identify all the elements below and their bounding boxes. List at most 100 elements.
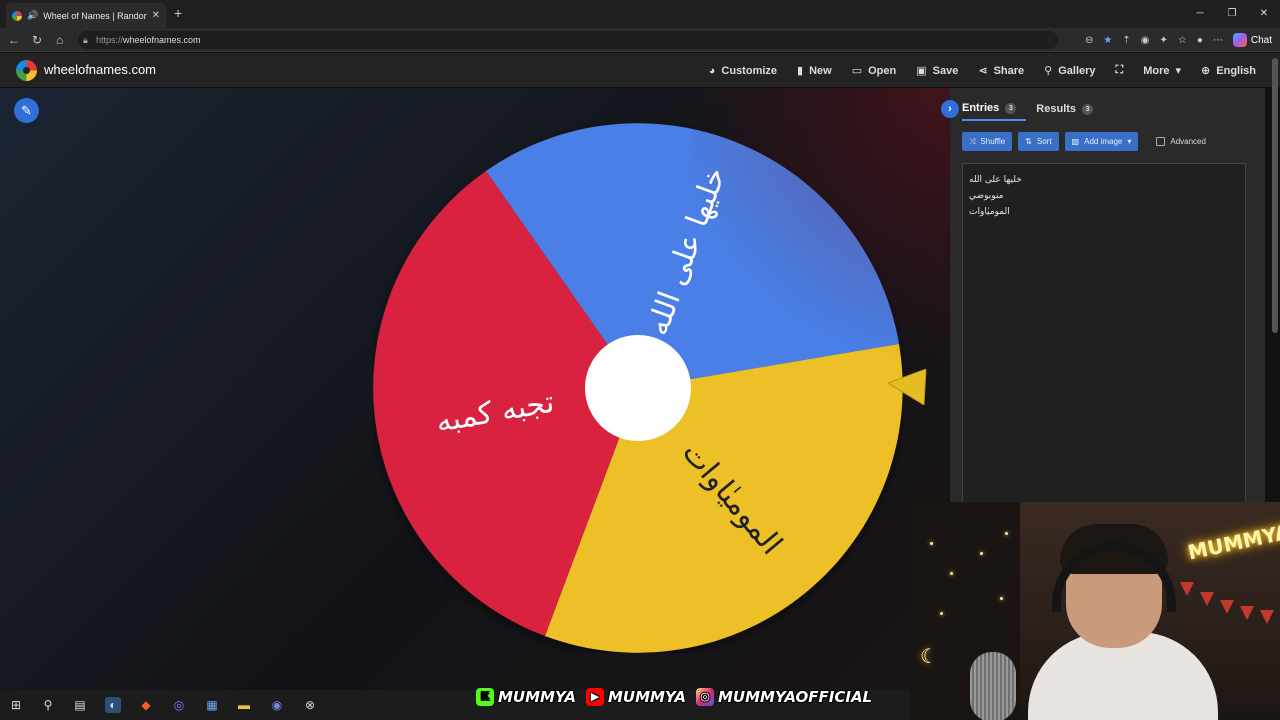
- browser-tab[interactable]: 🔊 Wheel of Names | Random na ✕: [6, 3, 166, 28]
- sort-label: Sort: [1036, 137, 1052, 146]
- share-label: Share: [993, 64, 1025, 77]
- tab-entries-label: Entries: [962, 102, 1000, 114]
- favorite-star-icon[interactable]: ★: [1103, 35, 1112, 46]
- kick-handle: K MUMMYA: [476, 688, 576, 706]
- back-icon[interactable]: ←: [8, 28, 20, 52]
- app-icon[interactable]: ▦: [204, 697, 220, 713]
- sort-icon: ⇅: [1025, 137, 1032, 146]
- copilot-icon: [1232, 33, 1247, 47]
- kick-icon: K: [476, 688, 494, 706]
- more-button[interactable]: More ▾: [1143, 64, 1182, 78]
- sort-button[interactable]: ⇅ Sort: [1018, 132, 1059, 151]
- wheel-logo-icon[interactable]: [16, 60, 37, 81]
- favicon-icon: [12, 10, 22, 21]
- wheel-pointer-icon: [888, 369, 927, 405]
- advanced-toggle[interactable]: Advanced: [1156, 137, 1206, 146]
- minimize-button[interactable]: ─: [1184, 0, 1216, 28]
- copilot-chat-button[interactable]: Chat: [1232, 33, 1272, 47]
- shuffle-label: Shuffle: [980, 137, 1006, 146]
- string-light: [950, 572, 953, 575]
- close-window-button[interactable]: ✕: [1248, 0, 1280, 28]
- entries-count-badge: 3: [1005, 102, 1017, 114]
- address-toolbar: ← ↻ ⌂ 🔒︎ https://wheelofnames.com ⊖ ★ ⇡ …: [0, 28, 1280, 52]
- new-button[interactable]: ▮ New: [797, 64, 832, 78]
- instagram-icon: ◎: [696, 688, 714, 706]
- wheel-area: ✎ خليها على الله الموميٰاوات تجبه كمبه: [0, 88, 950, 690]
- tab-entries[interactable]: Entries 3: [962, 102, 1027, 121]
- fullscreen-button[interactable]: ⛶: [1116, 64, 1124, 77]
- share-icon: ⋖: [978, 65, 988, 77]
- entries-toolbar: ⤨ Shuffle ⇅ Sort ▧ Add image ▾ Advanced: [962, 132, 1206, 151]
- close-tab-icon[interactable]: ✕: [152, 10, 160, 21]
- bunting-flag: [1260, 610, 1274, 624]
- favorites-icon[interactable]: ☆: [1178, 35, 1187, 46]
- webcam-overlay: MUMMYA ☾: [910, 502, 1280, 720]
- gallery-button[interactable]: ⚲ Gallery: [1044, 64, 1095, 78]
- read-aloud-icon[interactable]: ◉: [1141, 35, 1150, 46]
- search-icon[interactable]: ⚲: [40, 697, 56, 713]
- language-label: English: [1216, 64, 1256, 77]
- edit-pencil-button[interactable]: ✎: [14, 98, 39, 123]
- language-button[interactable]: ⊕ English: [1201, 64, 1256, 78]
- shuffle-button[interactable]: ⤨ Shuffle: [962, 132, 1013, 151]
- entries-textarea[interactable]: خليها على الله منوبوضي الموميٰاوات: [962, 163, 1246, 502]
- file-explorer-icon[interactable]: ▬: [236, 697, 252, 713]
- bunting-flag: [1240, 606, 1254, 620]
- reader-icon[interactable]: ⊖: [1085, 35, 1093, 46]
- spinning-wheel[interactable]: خليها على الله الموميٰاوات تجبه كمبه: [373, 123, 903, 653]
- string-light: [1000, 597, 1003, 600]
- file-icon: ▮: [797, 65, 804, 77]
- string-light: [930, 542, 933, 545]
- new-tab-button[interactable]: +: [174, 5, 182, 21]
- results-count-badge: 3: [1082, 103, 1094, 115]
- reload-icon[interactable]: ↻: [32, 28, 42, 52]
- extension-pin-icon[interactable]: ⇡: [1122, 35, 1130, 46]
- task-view-icon[interactable]: ▤: [72, 697, 88, 713]
- chat-label: Chat: [1250, 34, 1272, 46]
- instagram-handle-label: MUMMYAOFFICIAL: [718, 688, 873, 706]
- entries-panel: › Entries 3 Results 3 ⤨ Shuffle ⇅ Sort ▧ Ad…: [941, 88, 1265, 502]
- game-app-icon[interactable]: ⊗: [302, 697, 318, 713]
- save-button[interactable]: ▣ Save: [916, 64, 958, 78]
- advanced-checkbox[interactable]: [1156, 137, 1166, 146]
- home-icon[interactable]: ⌂: [56, 28, 63, 52]
- url-bar[interactable]: 🔒︎ https://wheelofnames.com: [78, 31, 1058, 49]
- search-icon: ⚲: [1044, 65, 1053, 77]
- open-button[interactable]: ▭ Open: [851, 64, 897, 78]
- add-image-button[interactable]: ▧ Add image ▾: [1064, 132, 1139, 151]
- collapse-panel-button[interactable]: ›: [941, 100, 959, 118]
- neon-sign: MUMMYA: [1185, 519, 1280, 565]
- social-handles-overlay: K MUMMYA ▶ MUMMYA ◎ MUMMYAOFFICIAL: [476, 688, 872, 706]
- window-controls: ─ ❐ ✕: [1184, 0, 1280, 28]
- start-icon[interactable]: ⊞: [8, 697, 24, 713]
- youtube-handle-label: MUMMYA: [608, 688, 686, 706]
- brave-browser-icon[interactable]: ◆: [138, 697, 154, 713]
- palette-icon: ◕: [708, 64, 716, 77]
- kick-handle-label: MUMMYA: [498, 688, 576, 706]
- brand-name[interactable]: wheelofnames.com: [44, 62, 156, 77]
- bunting-flag: [1220, 600, 1234, 614]
- obs-icon[interactable]: ◎: [171, 697, 187, 713]
- folder-icon: ▭: [851, 65, 863, 77]
- crescent-moon-icon: ☾: [920, 646, 938, 668]
- chevron-down-icon: ▾: [1175, 65, 1182, 77]
- extensions-icon[interactable]: ✦: [1159, 35, 1167, 46]
- page-scrollbar[interactable]: [1272, 58, 1278, 333]
- restore-button[interactable]: ❐: [1216, 0, 1248, 28]
- header-menu: ◕ Customize ▮ New ▭ Open ▣ Save ⋖ Share ⚲ Gall…: [709, 53, 1256, 88]
- customize-label: Customize: [721, 64, 778, 77]
- edge-browser-icon[interactable]: ◐: [105, 697, 121, 713]
- speaker-icon[interactable]: 🔊: [27, 10, 38, 21]
- wheel-center-hub[interactable]: [585, 335, 691, 441]
- share-button[interactable]: ⋖ Share: [978, 64, 1025, 78]
- microphone-icon: [970, 652, 1016, 720]
- customize-button[interactable]: ◕ Customize: [709, 65, 777, 77]
- discord-icon[interactable]: ◉: [269, 697, 285, 713]
- fullscreen-icon: ⛶: [1115, 64, 1124, 76]
- tab-results[interactable]: Results 3: [1026, 102, 1103, 121]
- entry-line: الموميٰاوات: [969, 207, 1010, 217]
- settings-more-icon[interactable]: ⋯: [1213, 35, 1223, 46]
- string-light: [940, 612, 943, 615]
- chevron-down-icon: ▾: [1127, 137, 1132, 146]
- profile-avatar-icon[interactable]: ●: [1197, 35, 1203, 46]
